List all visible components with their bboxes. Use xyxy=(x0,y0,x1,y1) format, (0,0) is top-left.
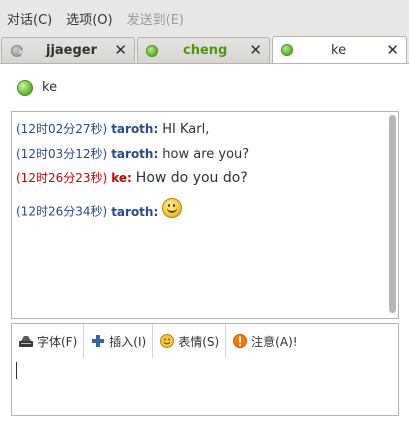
tab-label: cheng xyxy=(183,43,228,58)
scrollbar[interactable] xyxy=(388,113,397,317)
offline-status-icon: ✕ xyxy=(11,45,24,57)
message-timestamp: (12时26分34秒) xyxy=(16,204,108,219)
smiley-icon xyxy=(162,198,183,218)
close-icon[interactable]: ✕ xyxy=(386,41,399,59)
font-button[interactable]: 字体(F) xyxy=(12,324,85,358)
message-compose-area: 字体(F) 插入(I) 表情(S) 注意(A)! xyxy=(11,323,399,416)
chat-history[interactable]: (12时02分27秒) taroth: HI Karl, (12时03分12秒) ta… xyxy=(11,111,399,319)
contact-name: ke xyxy=(42,80,58,95)
message-text: How do you do? xyxy=(135,170,248,186)
menu-conversation[interactable]: 对话(C) xyxy=(0,9,59,28)
format-toolbar: 字体(F) 插入(I) 表情(S) 注意(A)! xyxy=(12,324,398,358)
close-icon[interactable]: ✕ xyxy=(249,41,262,59)
insert-button[interactable]: 插入(I) xyxy=(84,324,154,358)
tab-label: ke xyxy=(331,43,347,58)
conversation-panel: ke (12时02分27秒) taroth: HI Karl, (12时03分12秒… xyxy=(0,63,409,424)
message-text: HI Karl, xyxy=(162,122,210,137)
online-status-icon xyxy=(17,80,33,96)
attention-button-label: 注意(A)! xyxy=(251,334,298,349)
message-sender: taroth: xyxy=(111,122,159,136)
message-sender: ke: xyxy=(111,171,132,185)
text-caret xyxy=(16,362,17,379)
online-status-icon xyxy=(146,45,158,57)
tab-label: jjaeger xyxy=(46,43,98,58)
tab-jjaeger[interactable]: ✕ jjaeger ✕ xyxy=(1,37,135,63)
font-button-label: 字体(F) xyxy=(37,334,78,349)
chat-message: (12时26分34秒) taroth: xyxy=(16,198,183,222)
tab-cheng[interactable]: cheng ✕ xyxy=(137,37,270,63)
message-text: how are you? xyxy=(162,147,250,162)
menubar: 对话(C) 选项(O) 发送到(E) xyxy=(0,0,409,36)
message-sender: taroth: xyxy=(111,147,159,161)
emotion-button-label: 表情(S) xyxy=(178,334,220,349)
scrollbar-thumb[interactable] xyxy=(389,115,396,313)
font-icon xyxy=(18,334,34,348)
chat-message: (12时02分27秒) taroth: HI Karl, xyxy=(16,120,209,137)
warning-icon xyxy=(232,334,248,348)
tab-bar: ✕ jjaeger ✕ cheng ✕ ke ✕ xyxy=(0,36,409,64)
emotion-button[interactable]: 表情(S) xyxy=(153,324,227,358)
close-icon[interactable]: ✕ xyxy=(114,41,127,59)
attention-button[interactable]: 注意(A)! xyxy=(226,324,303,358)
smiley-icon xyxy=(159,334,175,348)
contact-header: ke xyxy=(0,64,409,110)
insert-button-label: 插入(I) xyxy=(109,334,147,349)
menu-send-to: 发送到(E) xyxy=(126,12,184,28)
chat-message: (12时26分23秒) ke: How do you do? xyxy=(16,169,248,186)
online-status-icon xyxy=(281,44,293,56)
menu-options[interactable]: 选项(O) xyxy=(59,9,119,28)
message-timestamp: (12时26分23秒) xyxy=(16,171,108,185)
message-timestamp: (12时03分12秒) xyxy=(16,147,108,161)
plus-icon xyxy=(90,334,106,348)
tab-ke[interactable]: ke ✕ xyxy=(272,36,407,64)
chat-message: (12时03分12秒) taroth: how are you? xyxy=(16,145,249,162)
message-input[interactable] xyxy=(12,358,398,415)
message-sender: taroth: xyxy=(111,204,159,219)
message-timestamp: (12时02分27秒) xyxy=(16,122,108,136)
